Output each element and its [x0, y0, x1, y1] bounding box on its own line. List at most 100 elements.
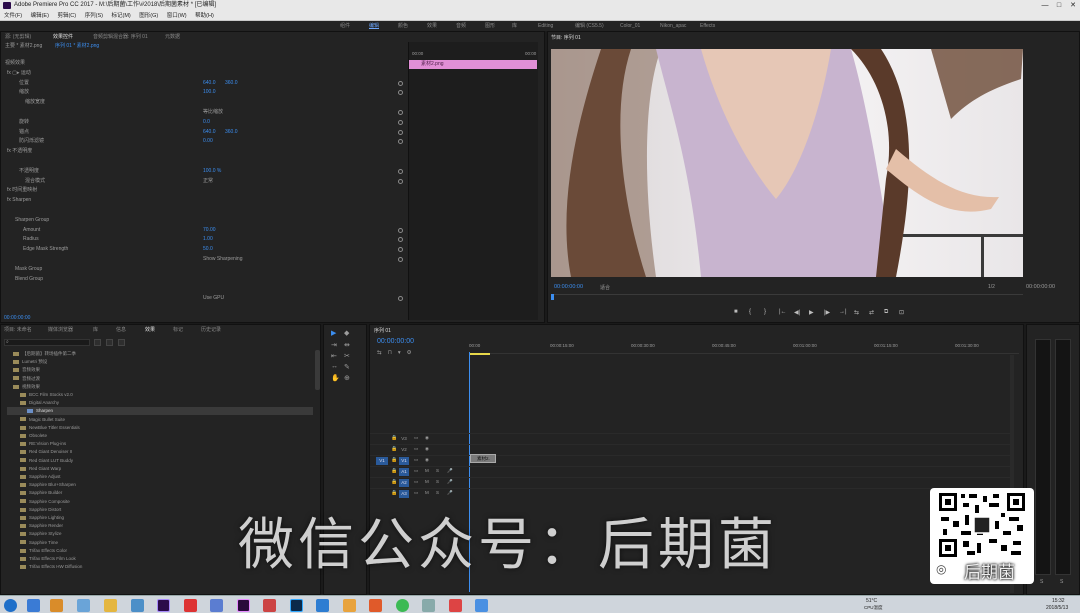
- rolling-edit-tool-icon[interactable]: ⇹: [344, 341, 350, 349]
- step-back-icon[interactable]: ◀|: [794, 309, 800, 316]
- effect-property-row[interactable]: [1, 206, 408, 215]
- workspace-tab-color[interactable]: 颜色: [398, 21, 408, 31]
- reset-parameter-icon[interactable]: [398, 237, 403, 243]
- toggle-track-output-icon[interactable]: ◉: [425, 446, 429, 452]
- tab-source[interactable]: 源: (无剪辑): [5, 32, 31, 42]
- effects-folder-item[interactable]: Red Giant LUT Buddy: [7, 457, 313, 465]
- solo-right-button[interactable]: S: [1060, 579, 1063, 585]
- export-frame-icon[interactable]: ⧉: [884, 309, 888, 316]
- track-lock-icon[interactable]: 🔒: [391, 479, 397, 485]
- play-button[interactable]: ▶: [809, 309, 814, 316]
- toggle-track-output-icon[interactable]: ◉: [425, 457, 429, 463]
- reset-parameter-icon[interactable]: [398, 296, 403, 302]
- taskbar-app2-icon[interactable]: [184, 599, 197, 612]
- step-forward-icon[interactable]: |▶: [824, 309, 830, 316]
- lift-icon[interactable]: ⇆: [854, 309, 859, 316]
- add-marker-icon[interactable]: ▾: [398, 350, 407, 356]
- track-name[interactable]: V1: [399, 457, 409, 465]
- ec-clip-bar[interactable]: 素材2.png: [409, 60, 537, 69]
- taskbar-media-icon[interactable]: [50, 599, 63, 612]
- program-playhead[interactable]: [551, 294, 554, 300]
- workspace-tab-assembly[interactable]: 组件: [340, 21, 350, 31]
- track-name[interactable]: A2: [399, 479, 409, 487]
- program-video-frame[interactable]: [551, 49, 1023, 277]
- snap-icon[interactable]: ⇆: [377, 350, 388, 356]
- effect-property-row[interactable]: 不透明度 100.0 %: [1, 167, 408, 176]
- sync-lock-icon[interactable]: ▭: [414, 435, 418, 441]
- source-patch-v1[interactable]: V1: [376, 457, 388, 465]
- timeline-track-a2[interactable]: 🔒 A2 ▭ M S 🎤: [370, 477, 1010, 487]
- effects-folder-item[interactable]: 【后期菌】转场插件第二季: [7, 350, 313, 358]
- mark-in-icon[interactable]: {: [749, 309, 751, 315]
- hand-tool-icon[interactable]: ✋: [331, 374, 340, 382]
- taskbar-app-icon[interactable]: [131, 599, 144, 612]
- sync-lock-icon[interactable]: ▭: [414, 479, 418, 485]
- effect-property-row[interactable]: 缩放宽度: [1, 98, 408, 107]
- effect-property-row[interactable]: Blend Group: [1, 275, 408, 284]
- slip-tool-icon[interactable]: ↔: [331, 363, 338, 370]
- menu-clip[interactable]: 剪辑(C): [57, 13, 76, 19]
- program-zoom-select[interactable]: 适合: [600, 284, 610, 291]
- reset-parameter-icon[interactable]: [398, 178, 403, 184]
- workspace-tab-nikon[interactable]: Nikon_apac: [660, 21, 686, 31]
- workspace-tab-effects-en[interactable]: Effects: [700, 21, 715, 31]
- tab-media-browser[interactable]: 媒体浏览器: [48, 325, 73, 335]
- mute-track-icon[interactable]: M: [425, 468, 429, 473]
- maximize-button[interactable]: □: [1052, 0, 1066, 11]
- taskbar-chrome-icon[interactable]: [396, 599, 409, 612]
- effect-property-row[interactable]: Mask Group: [1, 265, 408, 274]
- mark-out-icon[interactable]: }: [764, 309, 766, 315]
- extract-icon[interactable]: ⇄: [869, 309, 874, 316]
- zoom-tool-icon[interactable]: ⊕: [344, 374, 350, 382]
- effect-property-value[interactable]: 正常: [203, 177, 213, 186]
- track-select-tool-icon[interactable]: ◆: [344, 329, 349, 337]
- linked-select-icon[interactable]: ⊓: [388, 350, 398, 356]
- effect-property-value[interactable]: 100.0 %: [203, 167, 221, 176]
- timeline-track-v1[interactable]: V1 🔒 V1 ▭ ◉: [370, 455, 1010, 465]
- taskbar-premiere-icon[interactable]: [237, 599, 250, 612]
- effect-property-row[interactable]: 旋转 0.0: [1, 118, 408, 127]
- program-resolution-select[interactable]: 1/2: [988, 284, 995, 290]
- ec-timecode[interactable]: 00:00:00:00: [4, 315, 30, 321]
- sync-lock-icon[interactable]: ▭: [414, 457, 418, 463]
- solo-left-button[interactable]: S: [1040, 579, 1043, 585]
- reset-parameter-icon[interactable]: [398, 90, 403, 96]
- workspace-tab-editing[interactable]: 编辑: [369, 21, 379, 31]
- taskbar-network-icon[interactable]: [77, 599, 90, 612]
- effect-property-row[interactable]: 位置 640.0 360.0: [1, 79, 408, 88]
- program-monitor-title[interactable]: 节目: 序列 01: [551, 34, 581, 41]
- effect-property-value[interactable]: 0.00: [203, 137, 213, 146]
- effects-folder-item[interactable]: Magic Bullet Suite: [7, 416, 313, 424]
- taskbar-explorer-icon[interactable]: [104, 599, 117, 612]
- effects-folder-item[interactable]: Digital Anarchy: [7, 399, 313, 407]
- effect-property-value[interactable]: 0.0: [203, 118, 210, 127]
- yuv-effects-icon[interactable]: [118, 339, 125, 346]
- menu-graphics[interactable]: 图形(G): [139, 13, 158, 19]
- taskbar-app9-icon[interactable]: [475, 599, 488, 612]
- reset-parameter-icon[interactable]: [398, 110, 403, 115]
- effects-search-input[interactable]: ⌕: [4, 339, 90, 346]
- taskbar-app7-icon[interactable]: [422, 599, 435, 612]
- tab-audio-clip-mixer[interactable]: 音频剪辑混合器: 序列 01: [93, 32, 148, 42]
- menu-window[interactable]: 窗口(W): [167, 13, 187, 19]
- effect-timeline-area[interactable]: 00:00 00:00 素材2.png: [408, 42, 538, 320]
- taskbar-vs-icon[interactable]: [316, 599, 329, 612]
- effect-property-row[interactable]: 锚点 640.0 360.0: [1, 128, 408, 137]
- track-name[interactable]: A3: [399, 490, 409, 498]
- workspace-tab-audio[interactable]: 音频: [456, 21, 466, 31]
- effect-property-row[interactable]: Radius 1.00: [1, 235, 408, 244]
- track-lock-icon[interactable]: 🔒: [391, 457, 397, 463]
- minimize-button[interactable]: —: [1038, 0, 1052, 11]
- effect-property-row[interactable]: Show Sharpening: [1, 255, 408, 264]
- timeline-track-v3[interactable]: 🔒 V3 ▭ ◉: [370, 433, 1010, 443]
- voice-over-icon[interactable]: 🎤: [447, 479, 453, 485]
- effect-property-value[interactable]: 等比缩放: [203, 108, 223, 117]
- effect-property-value[interactable]: 70.00: [203, 226, 216, 235]
- sync-lock-icon[interactable]: ▭: [414, 490, 418, 496]
- workspace-tab-color-01[interactable]: Color_01: [620, 21, 640, 31]
- effects-folder-item[interactable]: Red Giant Denoiser II: [7, 448, 313, 456]
- taskbar-photoshop-icon[interactable]: [290, 599, 303, 612]
- timeline-track-a1[interactable]: 🔒 A1 ▭ M S 🎤: [370, 466, 1010, 476]
- timeline-track-v2[interactable]: 🔒 V2 ▭ ◉: [370, 444, 1010, 454]
- track-lock-icon[interactable]: 🔒: [391, 446, 397, 452]
